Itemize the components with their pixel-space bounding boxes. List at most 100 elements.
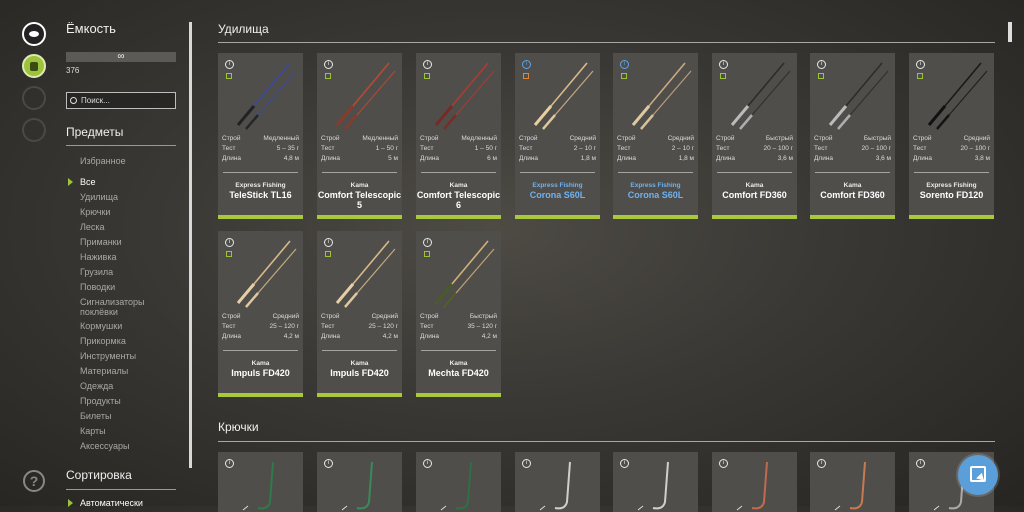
divider xyxy=(223,350,298,351)
category-all[interactable]: Все xyxy=(80,177,96,187)
divider xyxy=(421,172,496,173)
stat-test: Тест 20 – 100 г xyxy=(716,145,793,152)
divider xyxy=(914,172,989,173)
stat-length: Длина 4,2 м xyxy=(222,333,299,340)
category-bite-alarms[interactable]: Сигнализаторы поклёвки xyxy=(80,297,160,317)
stat-test: Тест 25 – 120 г xyxy=(321,323,398,330)
cursor-icon xyxy=(970,466,986,482)
hook-image xyxy=(539,461,571,511)
hook-card[interactable]: i xyxy=(416,452,501,512)
capacity-count: 376 xyxy=(66,66,80,75)
hook-card[interactable]: i xyxy=(613,452,698,512)
category-feeders[interactable]: Кормушки xyxy=(80,321,122,331)
rod-image xyxy=(927,62,988,130)
stat-length: Длина 1,8 м xyxy=(519,155,596,162)
hook-card[interactable]: i xyxy=(712,452,797,512)
help-icon[interactable]: ? xyxy=(23,470,45,492)
rod-card[interactable]: i Строй Быстрый Тест 20 – 100 г Длина 3,6 м Kam… xyxy=(810,53,895,219)
rod-card[interactable]: i Строй Быстрый Тест 20 – 100 г Длина 3,6 м Kam… xyxy=(712,53,797,219)
stat-test: Тест 5 – 35 г xyxy=(222,145,299,152)
stat-action: Строй Быстрый xyxy=(716,135,793,142)
search-icon xyxy=(70,97,77,104)
category-hooks[interactable]: Крючки xyxy=(80,207,110,217)
category-clothing[interactable]: Одежда xyxy=(80,381,113,391)
category-sinkers[interactable]: Грузила xyxy=(80,267,113,277)
hook-card[interactable]: i xyxy=(810,452,895,512)
rod-card[interactable]: i Строй Средний Тест 2 – 10 г Длина 1,8 м Expre… xyxy=(515,53,600,219)
category-materials[interactable]: Материалы xyxy=(80,366,128,376)
divider xyxy=(322,350,397,351)
rod-card[interactable]: i Строй Средний Тест 25 – 120 г Длина 4,2 м Kam… xyxy=(317,231,402,397)
hook-card[interactable]: i xyxy=(218,452,303,512)
rod-card[interactable]: i Строй Средний Тест 20 – 100 г Длина 3,8 м Exp… xyxy=(909,53,994,219)
category-groundbait[interactable]: Прикормка xyxy=(80,336,126,346)
rod-model: Comfort FD360 xyxy=(820,190,885,200)
rod-brand: Express Fishing xyxy=(926,182,977,189)
category-maps[interactable]: Карты xyxy=(80,426,106,436)
category-tools[interactable]: Инструменты xyxy=(80,351,136,361)
condition-bar xyxy=(218,215,303,219)
fish-icon[interactable] xyxy=(22,22,46,46)
category-leaders[interactable]: Поводки xyxy=(80,282,115,292)
icon-rail: ? xyxy=(0,0,62,506)
rod-card[interactable]: i Строй Быстрый Тест 35 – 120 г Длина 4,2 м Kam… xyxy=(416,231,501,397)
stat-action: Строй Медленный xyxy=(321,135,398,142)
category-favorites[interactable]: Избранное xyxy=(80,156,126,166)
rod-card[interactable]: i Строй Средний Тест 25 – 120 г Длина 4,2 м Kam… xyxy=(218,231,303,397)
category-tickets[interactable]: Билеты xyxy=(80,411,111,421)
rod-image xyxy=(236,240,297,308)
rod-image xyxy=(434,62,495,130)
rod-brand: Express Fishing xyxy=(235,182,286,189)
rod-model: TeleStick TL16 xyxy=(229,190,292,200)
stat-action: Строй Средний xyxy=(519,135,596,142)
cursor-mode-button[interactable] xyxy=(958,455,998,495)
divider xyxy=(322,172,397,173)
rods-section-title: Удилища xyxy=(218,22,269,36)
rod-image xyxy=(335,240,396,308)
divider xyxy=(218,42,995,43)
rod-image xyxy=(828,62,889,130)
rod-card[interactable]: i Строй Медленный Тест 5 – 35 г Длина 4,8 м Exp… xyxy=(218,53,303,219)
hook-card[interactable]: i xyxy=(515,452,600,512)
rod-model: Sorento FD120 xyxy=(919,190,984,200)
category-accessories[interactable]: Аксессуары xyxy=(80,441,129,451)
search-input[interactable]: Поиск... xyxy=(66,92,176,109)
scrollbar[interactable] xyxy=(1008,22,1012,42)
category-lures[interactable]: Приманки xyxy=(80,237,122,247)
category-food[interactable]: Продукты xyxy=(80,396,121,406)
rod-image xyxy=(730,62,791,130)
condition-bar xyxy=(712,215,797,219)
rod-brand: Kama xyxy=(745,182,764,189)
stat-length: Длина 3,6 м xyxy=(716,155,793,162)
stat-length: Длина 1,8 м xyxy=(617,155,694,162)
rod-image xyxy=(631,62,692,130)
inventory-icon[interactable] xyxy=(22,54,46,78)
sort-option-selected[interactable]: Автоматически xyxy=(80,498,143,508)
hook-image xyxy=(736,461,768,511)
search-placeholder: Поиск... xyxy=(81,96,110,105)
divider xyxy=(223,172,298,173)
category-line[interactable]: Леска xyxy=(80,222,105,232)
stat-action: Строй Средний xyxy=(913,135,990,142)
condition-bar xyxy=(218,393,303,397)
hook-card[interactable]: i xyxy=(317,452,402,512)
hooks-section-title: Крючки xyxy=(218,420,259,434)
filter-panel: Ёмкость ∞ 376 Поиск... Предметы Избранно… xyxy=(66,0,180,508)
rod-card[interactable]: i Строй Медленный Тест 1 – 50 г Длина 6 м Kama C… xyxy=(416,53,501,219)
divider xyxy=(618,172,693,173)
rod-image xyxy=(335,62,396,130)
capacity-bar: ∞ xyxy=(66,52,176,62)
category-bait[interactable]: Наживка xyxy=(80,252,116,262)
sort-section-title: Сортировка xyxy=(66,468,132,482)
condition-bar xyxy=(810,215,895,219)
rod-card[interactable]: i Строй Средний Тест 2 – 10 г Длина 1,8 м Expre… xyxy=(613,53,698,219)
rod-brand: Express Fishing xyxy=(630,182,681,189)
rod-card[interactable]: i Строй Медленный Тест 1 – 50 г Длина 5 м Kama C… xyxy=(317,53,402,219)
campfire-icon[interactable] xyxy=(22,86,46,110)
stat-action: Строй Средний xyxy=(321,313,398,320)
category-rods[interactable]: Удилища xyxy=(80,192,118,202)
stat-action: Строй Быстрый xyxy=(420,313,497,320)
stat-length: Длина 3,8 м xyxy=(913,155,990,162)
home-icon[interactable] xyxy=(22,118,46,142)
divider xyxy=(520,172,595,173)
